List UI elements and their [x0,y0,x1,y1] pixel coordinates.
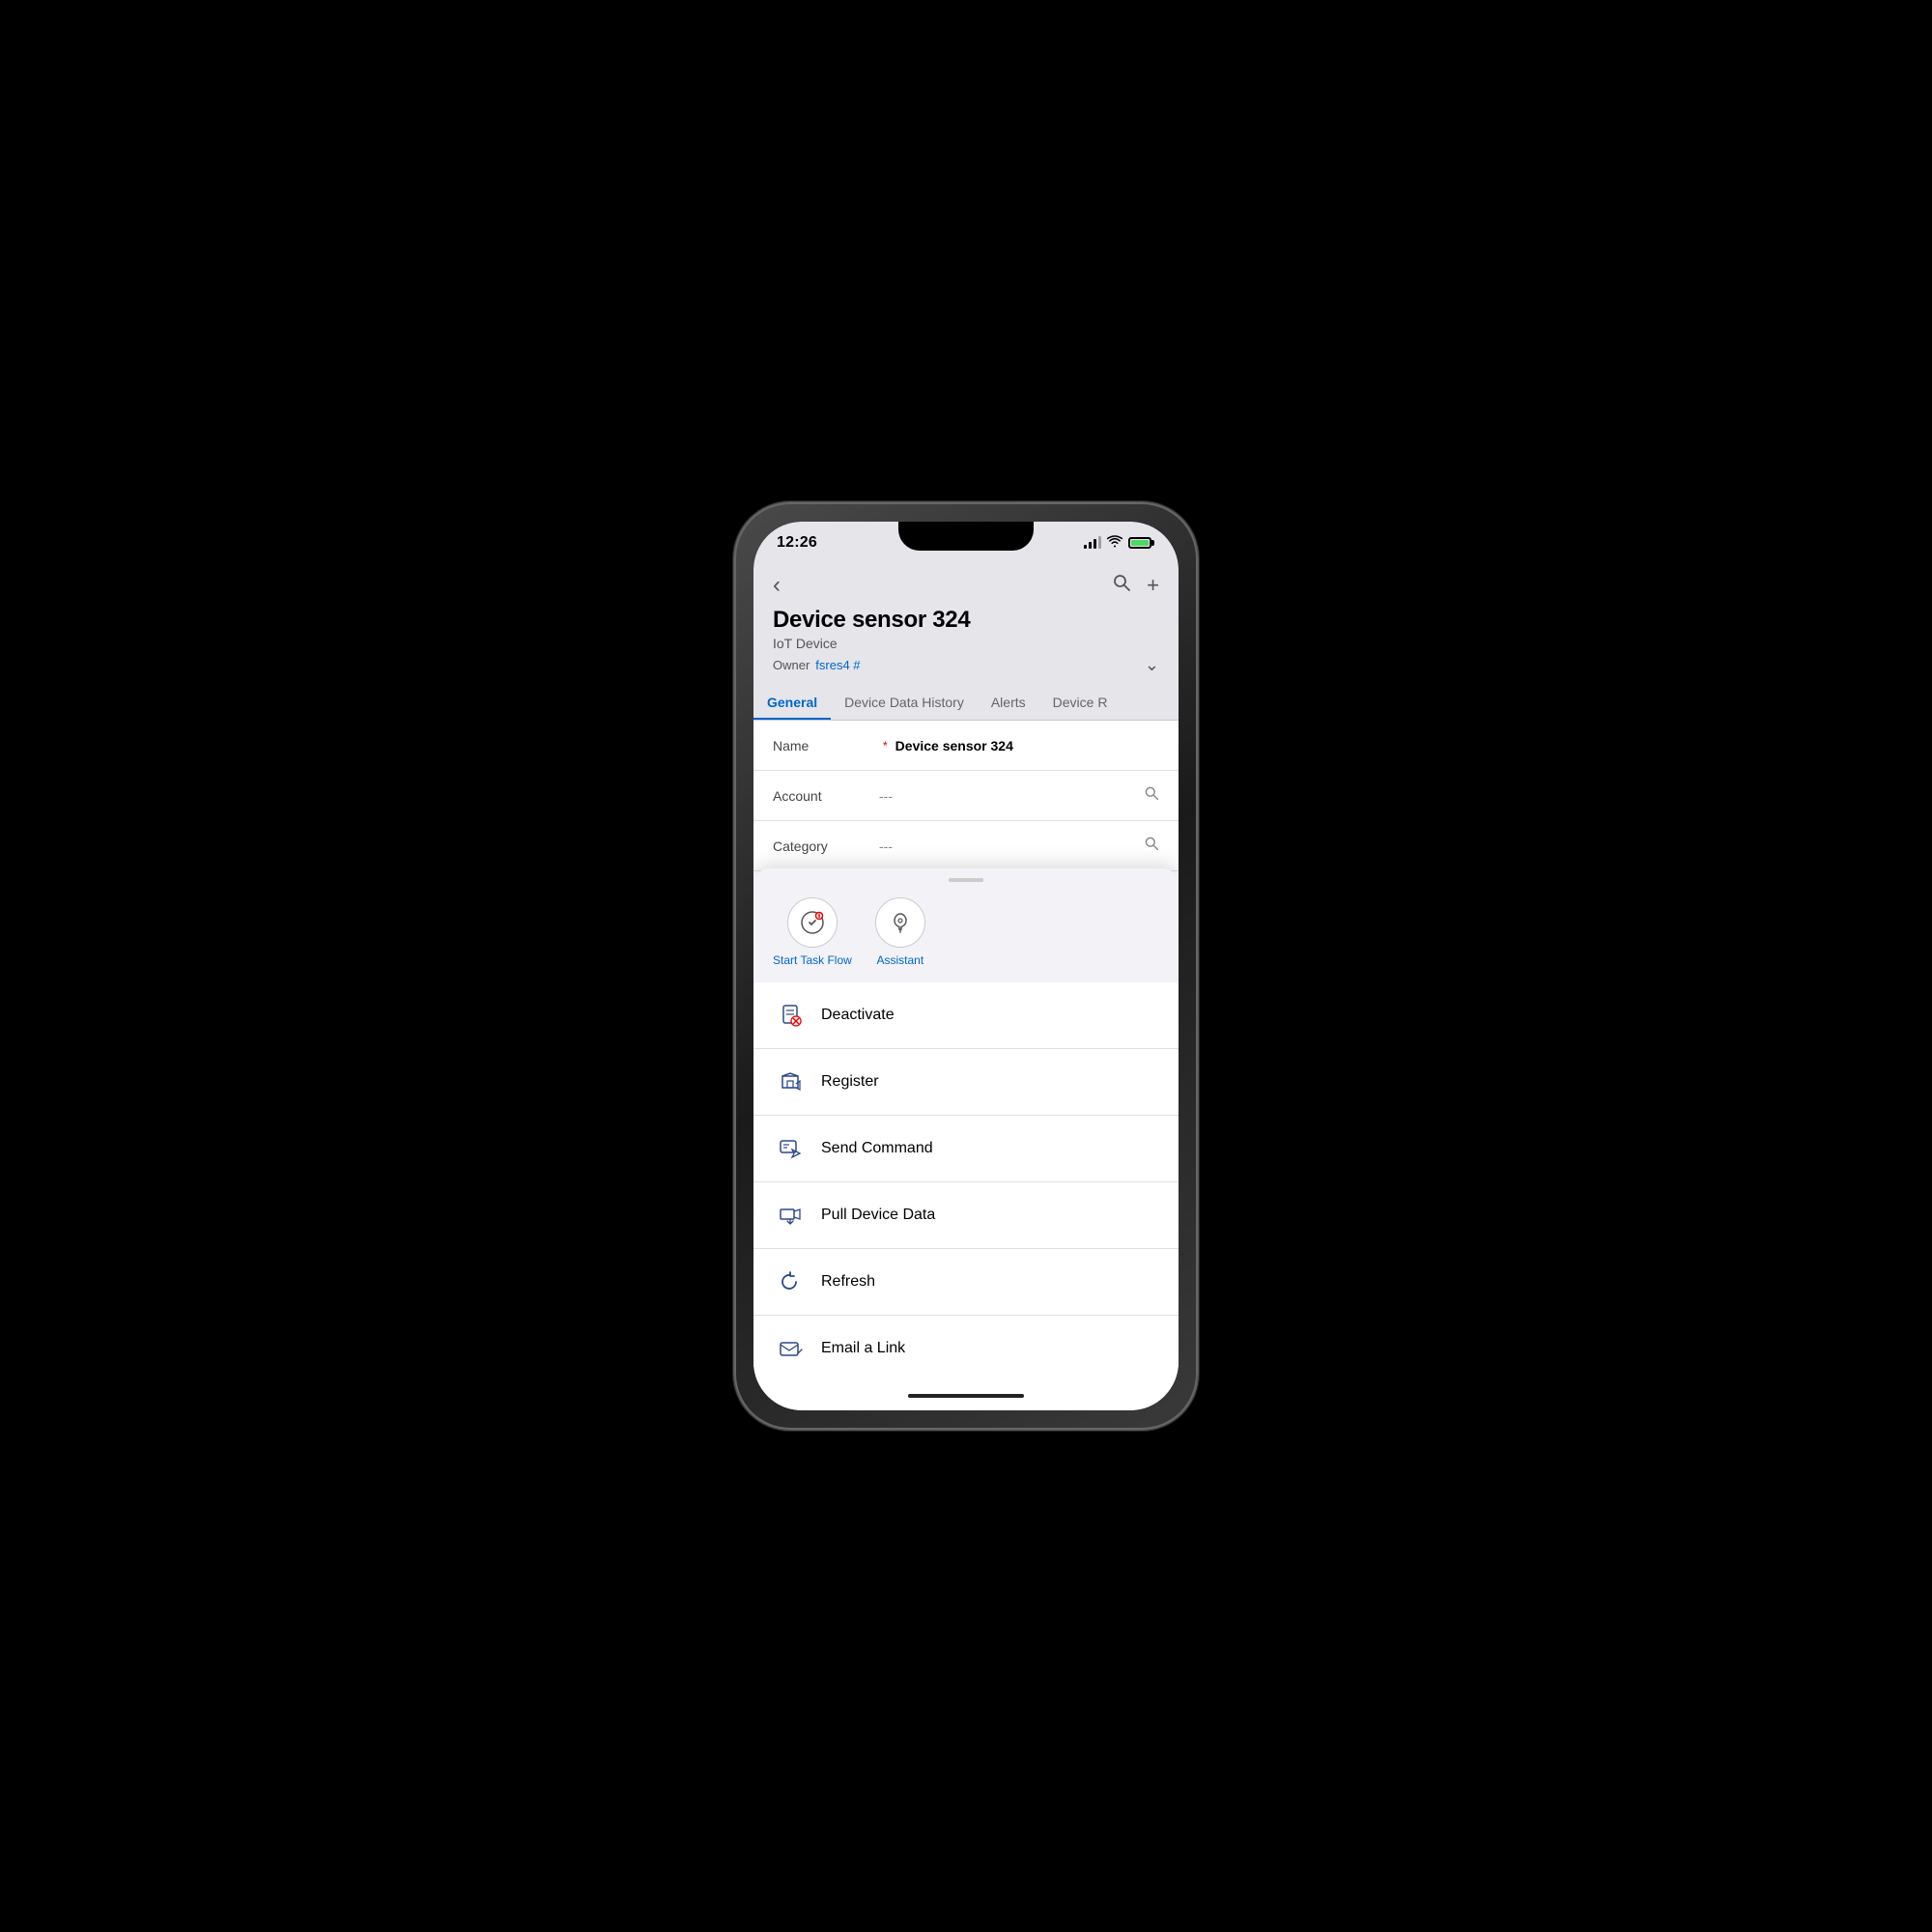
tab-alerts[interactable]: Alerts [978,685,1039,720]
add-button[interactable]: + [1147,573,1159,598]
menu-section: Deactivate Register [753,982,1179,1381]
nav-bar: ‹ + [753,564,1179,603]
nav-actions: + [1112,573,1159,598]
status-time: 12:26 [777,534,817,552]
menu-item-register[interactable]: Register [753,1049,1179,1116]
home-indicator [753,1381,1179,1410]
handle-bar [949,878,983,882]
phone-screen: 12:26 [753,522,1179,1410]
menu-item-email-link[interactable]: Email a Link [753,1316,1179,1381]
form-row-account: Account --- [753,771,1179,821]
menu-item-deactivate[interactable]: Deactivate [753,982,1179,1049]
account-value: --- [879,788,1136,804]
account-search-icon[interactable] [1144,785,1159,806]
owner-label: Owner [773,658,810,672]
deactivate-label: Deactivate [821,1007,895,1024]
owner-info: Owner fsres4 # [773,658,861,672]
assistant-label: Assistant [876,953,923,967]
tab-general[interactable]: General [753,685,831,720]
tab-device-data-history[interactable]: Device Data History [831,685,978,720]
menu-item-send-command[interactable]: Send Command [753,1116,1179,1182]
name-label: Name [773,738,879,753]
form-row-category: Category --- [753,821,1179,871]
quick-actions: Start Task Flow Assistant [753,888,1179,982]
menu-item-pull-device-data[interactable]: Pull Device Data [753,1182,1179,1249]
tabs-container: General Device Data History Alerts Devic… [753,685,1179,721]
pull-data-icon [773,1198,808,1233]
device-title: Device sensor 324 [773,607,1159,634]
category-label: Category [773,838,879,854]
email-link-icon [773,1331,808,1366]
expand-icon[interactable]: ⌄ [1145,655,1159,675]
search-button[interactable] [1112,573,1131,598]
quick-action-start-task-flow[interactable]: Start Task Flow [773,897,852,967]
quick-action-assistant[interactable]: Assistant [875,897,925,967]
task-flow-icon-wrapper [787,897,838,948]
name-value: Device sensor 324 [895,738,1159,753]
home-bar [908,1394,1024,1398]
required-star: * [883,739,888,753]
back-button[interactable]: ‹ [773,572,804,599]
deactivate-icon [773,998,808,1033]
battery-icon [1128,537,1151,549]
register-label: Register [821,1073,879,1091]
bottom-sheet: Start Task Flow Assistant [753,868,1179,1410]
menu-item-refresh[interactable]: Refresh [753,1249,1179,1316]
refresh-icon [773,1264,808,1299]
signal-icon [1084,537,1101,549]
account-label: Account [773,788,879,804]
owner-value[interactable]: fsres4 # [815,658,860,672]
status-bar: 12:26 [753,522,1179,564]
send-command-label: Send Command [821,1140,933,1157]
send-command-icon [773,1131,808,1166]
register-icon [773,1065,808,1099]
assistant-icon-wrapper [875,897,925,948]
status-icons [1084,535,1151,551]
tab-device-r[interactable]: Device R [1039,685,1122,720]
form-row-name: Name * Device sensor 324 [753,721,1179,771]
pull-data-label: Pull Device Data [821,1207,935,1224]
phone-frame: 12:26 [734,502,1198,1430]
notch [898,522,1034,551]
category-value: --- [879,838,1136,854]
task-flow-label: Start Task Flow [773,953,852,967]
refresh-label: Refresh [821,1273,875,1291]
owner-row: Owner fsres4 # ⌄ [773,655,1159,685]
device-type: IoT Device [773,636,1159,651]
email-link-label: Email a Link [821,1340,905,1357]
category-search-icon[interactable] [1144,836,1159,856]
device-header: Device sensor 324 IoT Device Owner fsres… [753,603,1179,685]
sheet-handle [753,868,1179,888]
screen-wrapper: 12:26 [753,522,1179,1410]
wifi-icon [1107,535,1122,551]
